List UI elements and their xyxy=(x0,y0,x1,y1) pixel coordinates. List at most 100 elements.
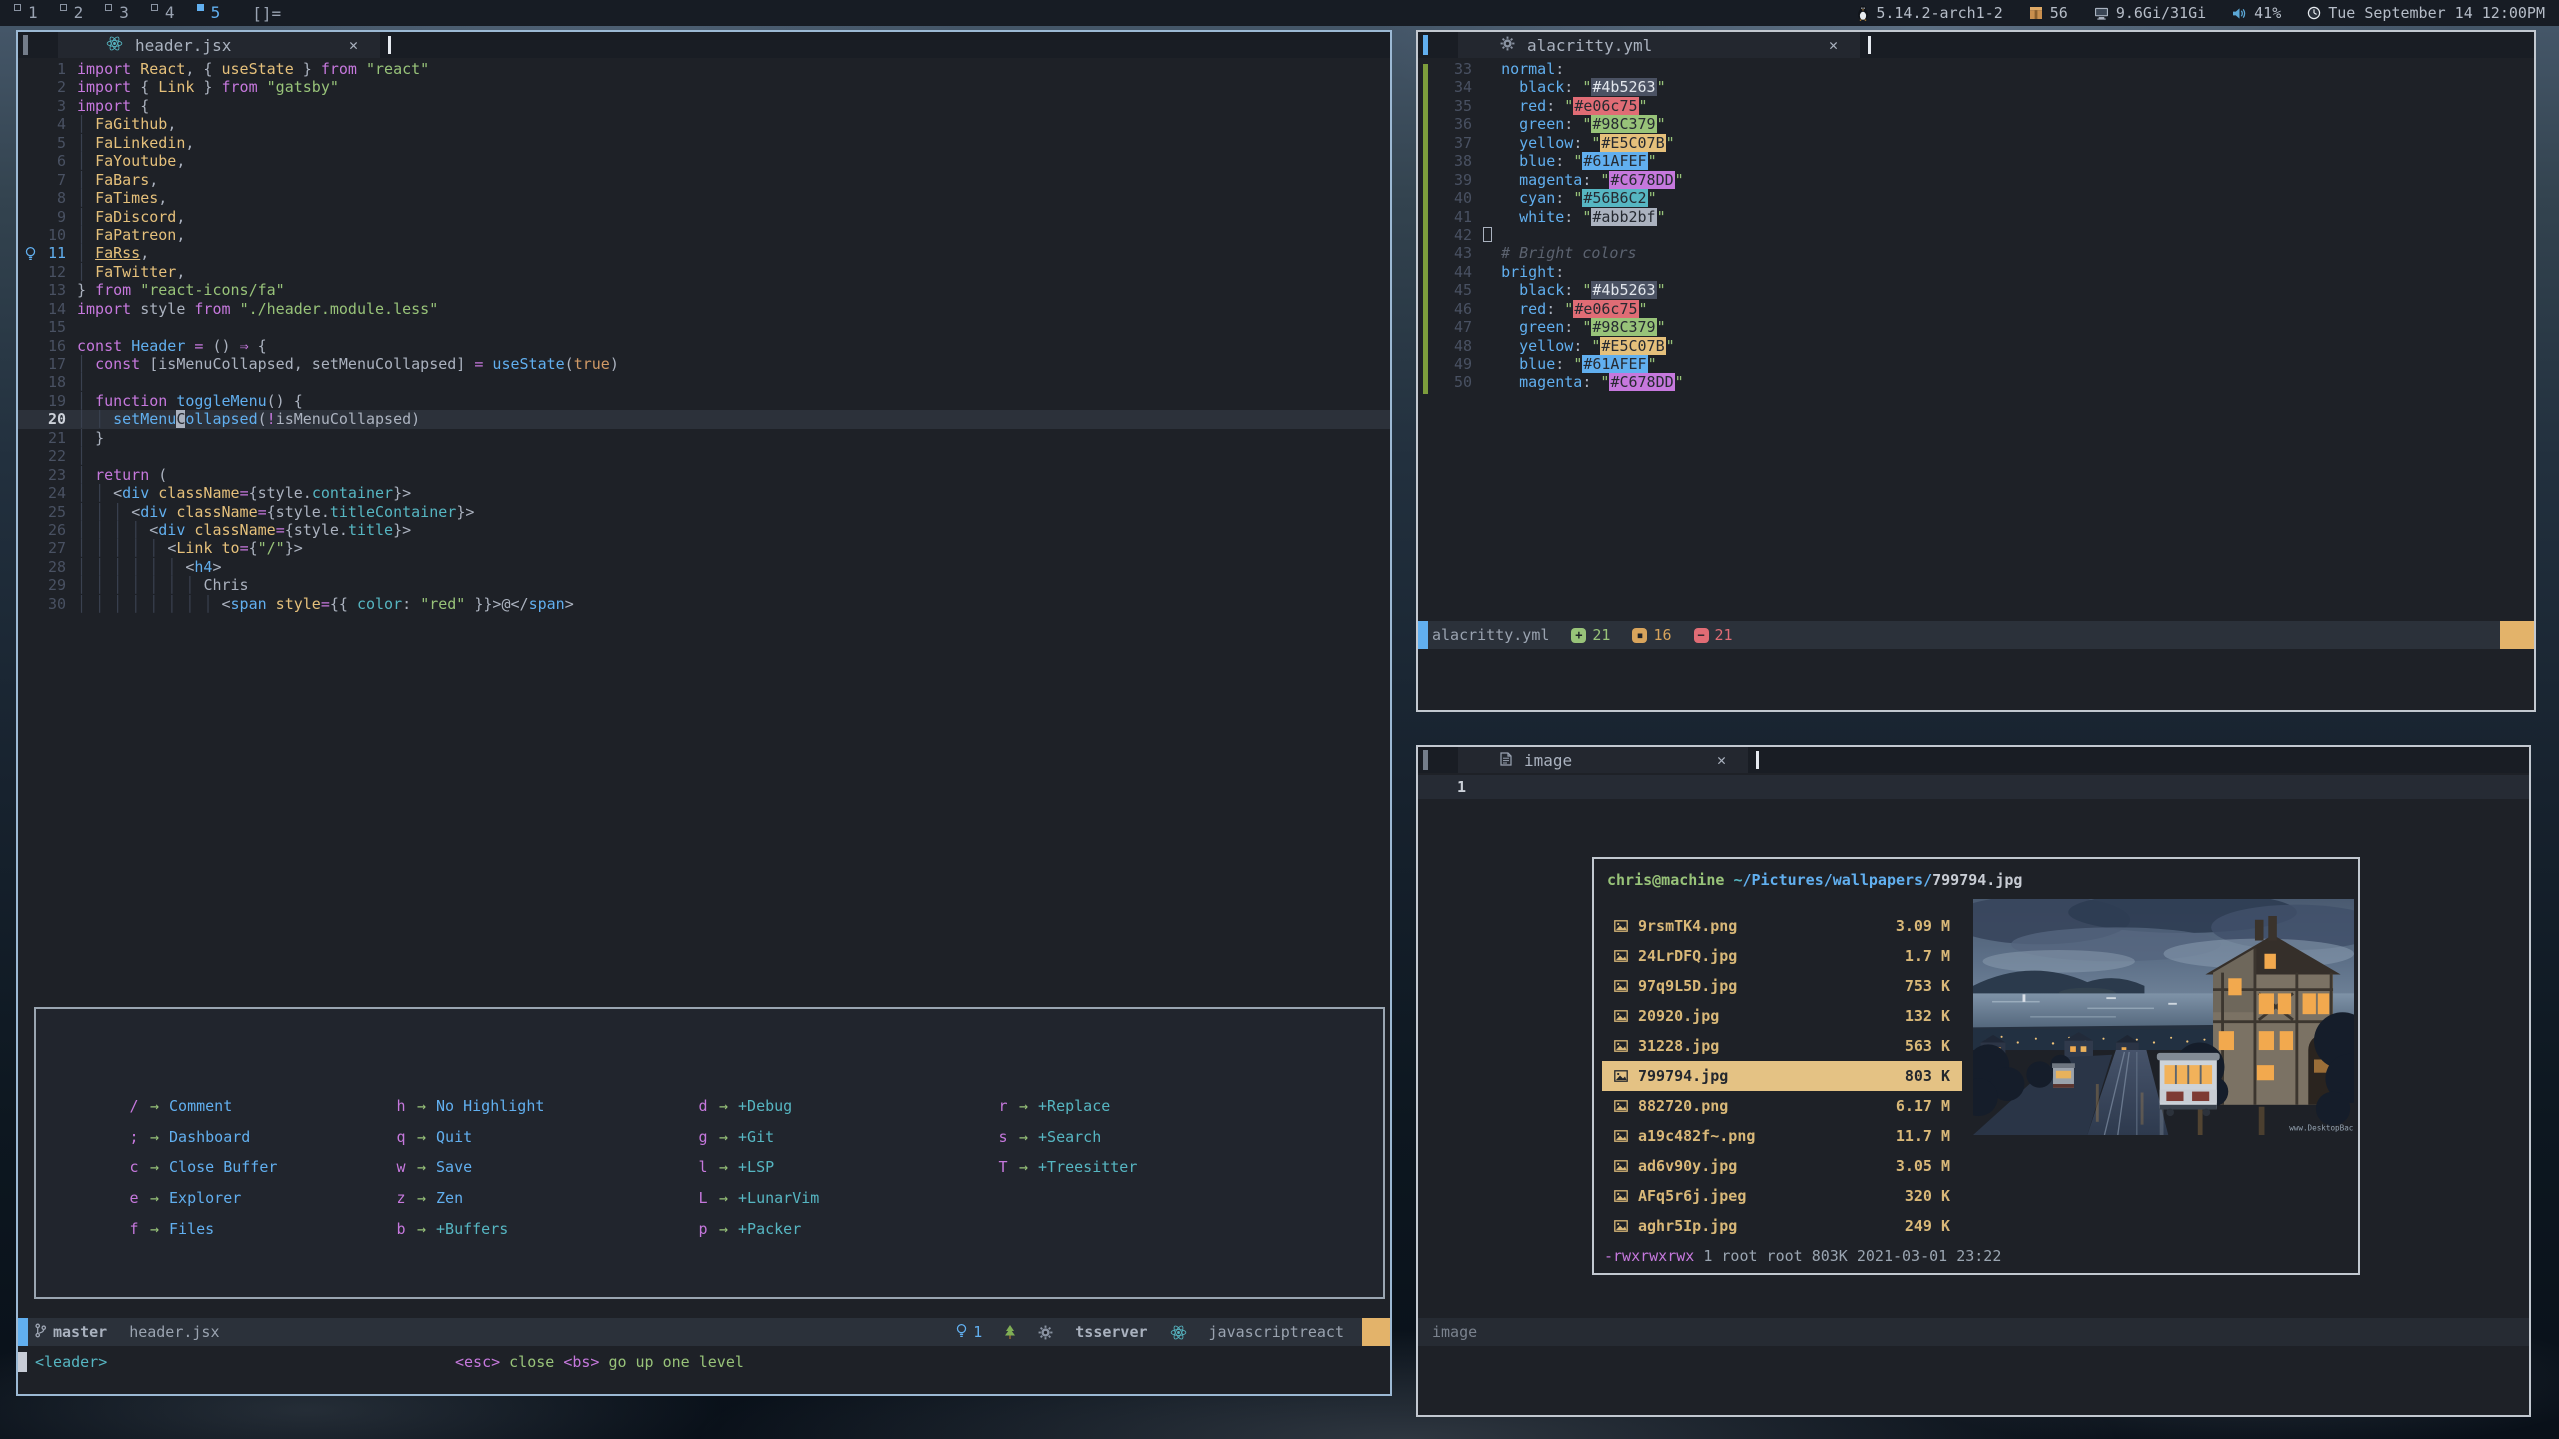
diagnostics[interactable]: 1 xyxy=(956,1323,982,1342)
code-buffer[interactable]: 33 normal:34 black: "#4b5263"35 red: "#e… xyxy=(1418,60,2534,392)
tab-title: alacritty.yml xyxy=(1527,36,1652,55)
line-number: 12 xyxy=(18,263,66,281)
code-line-42[interactable]: 42 xyxy=(1418,226,2534,244)
code-line-22[interactable]: 22│ xyxy=(18,447,1390,465)
workspace-button-3[interactable]: 3 xyxy=(105,2,129,24)
code-line-48[interactable]: 48 yellow: "#E5C07B" xyxy=(1418,337,2534,355)
code-line-49[interactable]: 49 blue: "#61AFEF" xyxy=(1418,355,2534,373)
file-name: aghr5Ip.jpg xyxy=(1638,1217,1878,1235)
code-line-1[interactable]: 1import React, { useState } from "react" xyxy=(18,60,1390,78)
code-line-36[interactable]: 36 green: "#98C379" xyxy=(1418,115,2534,133)
code-line-39[interactable]: 39 magenta: "#C678DD" xyxy=(1418,171,2534,189)
code-line-12[interactable]: 12│ FaTwitter, xyxy=(18,263,1390,281)
code-line-16[interactable]: 16const Header = () ⇒ { xyxy=(18,337,1390,355)
workspace-button-2[interactable]: 2 xyxy=(60,2,84,24)
code-line-15[interactable]: 15 xyxy=(18,318,1390,336)
file-row-97q9L5D.jpg[interactable]: 97q9L5D.jpg753 K xyxy=(1602,971,1962,1001)
file-row-799794.jpg[interactable]: 799794.jpg803 K xyxy=(1602,1061,1962,1091)
code-line-11[interactable]: 11│ FaRss, xyxy=(18,244,1390,262)
file-row-a19c482f~.png[interactable]: a19c482f~.png11.7 M xyxy=(1602,1121,1962,1151)
tab-close-icon[interactable]: ✕ xyxy=(1717,751,1726,769)
code-text: │ │ │ │ │ │ │ Chris xyxy=(77,576,249,594)
volume-module[interactable]: 41% xyxy=(2232,4,2281,22)
tab-close-icon[interactable]: ✕ xyxy=(1829,36,1838,54)
code-line-26[interactable]: 26│ │ │ │ <div className={style.title}> xyxy=(18,521,1390,539)
binding-key: c xyxy=(128,1158,140,1176)
code-line-45[interactable]: 45 black: "#4b5263" xyxy=(1418,281,2534,299)
file-row-20920.jpg[interactable]: 20920.jpg132 K xyxy=(1602,1001,1962,1031)
command-line[interactable]: <leader> <esc>close<bs>go up one level xyxy=(18,1348,1390,1376)
code-line-5[interactable]: 5│ FaLinkedin, xyxy=(18,134,1390,152)
code-line-28[interactable]: 28│ │ │ │ │ │ <h4> xyxy=(18,558,1390,576)
line-number: 18 xyxy=(18,373,66,391)
code-line-37[interactable]: 37 yellow: "#E5C07B" xyxy=(1418,134,2534,152)
git-branch[interactable]: master xyxy=(34,1323,107,1342)
code-line-43[interactable]: 43 # Bright colors xyxy=(1418,244,2534,262)
code-line-34[interactable]: 34 black: "#4b5263" xyxy=(1418,78,2534,96)
workspace-button-4[interactable]: 4 xyxy=(151,2,175,24)
layout-indicator[interactable]: []= xyxy=(252,4,281,23)
code-line-29[interactable]: 29│ │ │ │ │ │ │ Chris xyxy=(18,576,1390,594)
arrow-icon: → xyxy=(150,1128,159,1146)
code-text: green: "#98C379" xyxy=(1483,318,1666,336)
code-line-20[interactable]: 20│ │ setMenuCollapsed(!isMenuCollapsed) xyxy=(18,410,1390,428)
code-line-27[interactable]: 27│ │ │ │ │ <Link to={"/"}> xyxy=(18,539,1390,557)
scroll-indicator[interactable] xyxy=(1362,1318,1390,1346)
workspace-button-5[interactable]: 5 xyxy=(197,2,221,24)
code-line-18[interactable]: 18│ xyxy=(18,373,1390,391)
code-line-25[interactable]: 25│ │ │ <div className={style.titleConta… xyxy=(18,503,1390,521)
current-line[interactable]: 1 xyxy=(1418,775,2529,799)
code-line-19[interactable]: 19│ function toggleMenu() { xyxy=(18,392,1390,410)
tab-alacritty-yml[interactable]: alacritty.yml ✕ xyxy=(1458,32,1860,58)
tab-close-icon[interactable]: ✕ xyxy=(349,36,358,54)
code-text: │ const [isMenuCollapsed, setMenuCollaps… xyxy=(77,355,619,373)
picker-header: chris@machine ~/Pictures/wallpapers/7997… xyxy=(1607,871,2022,889)
editor-window-image[interactable]: image ✕ 1 chris@machine ~/Pictures/wallp… xyxy=(1416,745,2531,1417)
whichkey-binding-s: s→+Search xyxy=(997,1122,1137,1153)
code-line-38[interactable]: 38 blue: "#61AFEF" xyxy=(1418,152,2534,170)
file-list[interactable]: 9rsmTK4.png3.09 M24LrDFQ.jpg1.7 M97q9L5D… xyxy=(1602,911,1962,1241)
tab-image[interactable]: image ✕ xyxy=(1458,747,1748,773)
code-line-9[interactable]: 9│ FaDiscord, xyxy=(18,208,1390,226)
whichkey-binding-/: /→Comment xyxy=(128,1091,395,1122)
code-line-40[interactable]: 40 cyan: "#56B6C2" xyxy=(1418,189,2534,207)
code-line-50[interactable]: 50 magenta: "#C678DD" xyxy=(1418,373,2534,391)
file-row-9rsmTK4.png[interactable]: 9rsmTK4.png3.09 M xyxy=(1602,911,1962,941)
code-line-46[interactable]: 46 red: "#e06c75" xyxy=(1418,300,2534,318)
editor-window-header-jsx[interactable]: header.jsx ✕ 1import React, { useState }… xyxy=(16,30,1392,1396)
code-line-44[interactable]: 44 bright: xyxy=(1418,263,2534,281)
code-line-17[interactable]: 17│ const [isMenuCollapsed, setMenuColla… xyxy=(18,355,1390,373)
file-row-ad6v90y.jpg[interactable]: ad6v90y.jpg3.05 M xyxy=(1602,1151,1962,1181)
code-line-6[interactable]: 6│ FaYoutube, xyxy=(18,152,1390,170)
code-line-14[interactable]: 14import style from "./header.module.les… xyxy=(18,300,1390,318)
code-line-13[interactable]: 13} from "react-icons/fa" xyxy=(18,281,1390,299)
code-line-30[interactable]: 30│ │ │ │ │ │ │ │ <span style={{ color: … xyxy=(18,595,1390,613)
file-name: 9rsmTK4.png xyxy=(1638,917,1878,935)
code-line-7[interactable]: 7│ FaBars, xyxy=(18,171,1390,189)
code-buffer[interactable]: 1import React, { useState } from "react"… xyxy=(18,60,1390,613)
code-text: │ │ │ │ │ <Link to={"/"}> xyxy=(77,539,303,557)
code-line-2[interactable]: 2import { Link } from "gatsby" xyxy=(18,78,1390,96)
code-line-21[interactable]: 21│ } xyxy=(18,429,1390,447)
code-line-23[interactable]: 23│ return ( xyxy=(18,466,1390,484)
code-line-35[interactable]: 35 red: "#e06c75" xyxy=(1418,97,2534,115)
file-row-882720.png[interactable]: 882720.png6.17 M xyxy=(1602,1091,1962,1121)
code-line-3[interactable]: 3import { xyxy=(18,97,1390,115)
file-row-31228.jpg[interactable]: 31228.jpg563 K xyxy=(1602,1031,1962,1061)
file-row-aghr5Ip.jpg[interactable]: aghr5Ip.jpg249 K xyxy=(1602,1211,1962,1241)
code-line-10[interactable]: 10│ FaPatreon, xyxy=(18,226,1390,244)
workspace-button-1[interactable]: 1 xyxy=(14,2,38,24)
code-line-8[interactable]: 8│ FaTimes, xyxy=(18,189,1390,207)
editor-window-alacritty-yml[interactable]: alacritty.yml ✕ 33 normal:34 black: "#4b… xyxy=(1416,30,2536,712)
code-line-47[interactable]: 47 green: "#98C379" xyxy=(1418,318,2534,336)
file-row-AFq5r6j.jpeg[interactable]: AFq5r6j.jpeg320 K xyxy=(1602,1181,1962,1211)
code-line-33[interactable]: 33 normal: xyxy=(1418,60,2534,78)
workspace-switcher[interactable]: 12345 xyxy=(14,2,242,24)
code-line-24[interactable]: 24│ │ <div className={style.container}> xyxy=(18,484,1390,502)
file-row-24LrDFQ.jpg[interactable]: 24LrDFQ.jpg1.7 M xyxy=(1602,941,1962,971)
scroll-indicator[interactable] xyxy=(2500,621,2534,649)
code-line-41[interactable]: 41 white: "#abb2bf" xyxy=(1418,208,2534,226)
tab-header-jsx[interactable]: header.jsx ✕ xyxy=(58,32,380,58)
line-number: 50 xyxy=(1418,373,1472,391)
code-line-4[interactable]: 4│ FaGithub, xyxy=(18,115,1390,133)
